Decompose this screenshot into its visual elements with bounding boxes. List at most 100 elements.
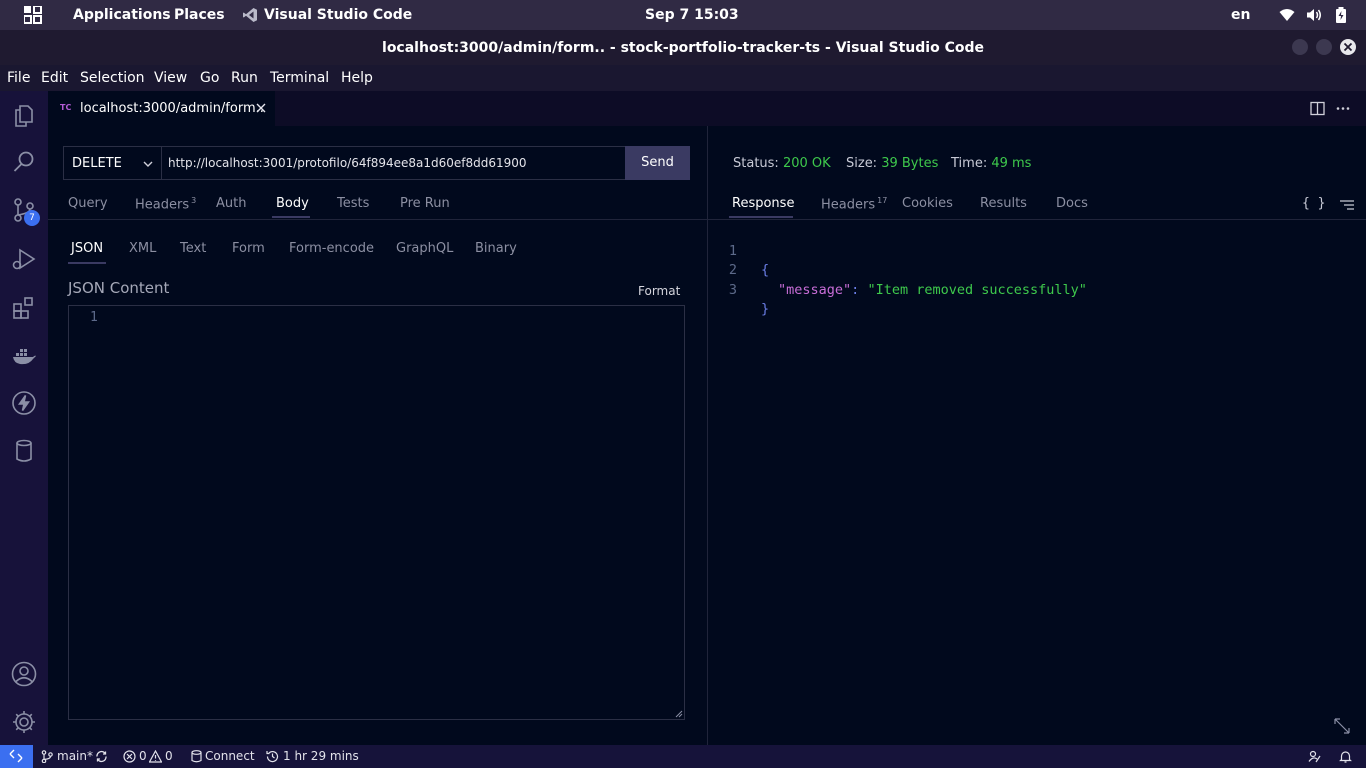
- menu-file[interactable]: File: [7, 70, 30, 86]
- database-connect-icon[interactable]: [191, 750, 202, 763]
- settings-gear-icon[interactable]: [11, 709, 37, 735]
- active-app-label[interactable]: Visual Studio Code: [264, 7, 412, 23]
- thunder-client-tab-icon: TC: [60, 103, 72, 112]
- json-content-label: JSON Content: [68, 279, 170, 297]
- menu-go[interactable]: Go: [200, 70, 219, 86]
- tab-docs[interactable]: Docs: [1056, 196, 1088, 211]
- tab-response[interactable]: Response: [732, 196, 794, 211]
- word-wrap-icon[interactable]: [1339, 199, 1355, 211]
- body-tab-binary[interactable]: Binary: [475, 241, 517, 256]
- history-icon: [266, 750, 279, 763]
- tab-request-headers[interactable]: Headers 3: [135, 196, 196, 212]
- body-tab-graphql[interactable]: GraphQL: [396, 241, 453, 256]
- body-tab-text[interactable]: Text: [180, 241, 206, 256]
- warning-count[interactable]: 0: [165, 749, 173, 763]
- menu-help[interactable]: Help: [341, 70, 373, 86]
- sync-icon[interactable]: [95, 750, 108, 763]
- wifi-icon[interactable]: [1279, 7, 1295, 23]
- body-tab-form-encode[interactable]: Form-encode: [289, 241, 374, 256]
- json-body-editor[interactable]: 1: [68, 305, 685, 720]
- format-button[interactable]: Format: [638, 284, 680, 298]
- request-headers-count: 3: [191, 196, 197, 205]
- keyboard-layout[interactable]: en: [1231, 7, 1250, 23]
- more-actions-icon[interactable]: [1335, 101, 1351, 116]
- code-line: 2 "message": "Item removed successfully": [728, 262, 1087, 298]
- code-line: 3 }: [728, 281, 770, 318]
- expand-icon[interactable]: [1333, 717, 1351, 735]
- body-tab-json[interactable]: JSON: [71, 241, 103, 256]
- thunder-client-icon[interactable]: [11, 390, 37, 416]
- tab-tests[interactable]: Tests: [337, 196, 369, 211]
- docker-icon[interactable]: [11, 343, 37, 369]
- connect-button[interactable]: Connect: [205, 749, 255, 763]
- warning-icon[interactable]: [149, 750, 162, 763]
- search-icon[interactable]: [11, 149, 37, 175]
- remote-indicator[interactable]: [0, 745, 33, 768]
- http-method-select[interactable]: DELETE: [63, 146, 162, 180]
- json-string-value: "Item removed successfully": [867, 281, 1087, 298]
- tab-results[interactable]: Results: [980, 196, 1027, 211]
- json-key: "message": [778, 281, 852, 298]
- editor-tab-bar: TC localhost:3000/admin/form..: [48, 91, 1366, 126]
- activity-bar: 7: [0, 91, 48, 745]
- tab-response-headers[interactable]: Headers 17: [821, 196, 887, 212]
- applications-menu[interactable]: Applications: [73, 7, 171, 23]
- error-count[interactable]: 0: [139, 749, 147, 763]
- active-tab-underline: [272, 216, 310, 218]
- response-body: 1 { 2 "message": "Item removed successfu…: [725, 222, 1087, 318]
- editor-tab-thunder-request[interactable]: TC localhost:3000/admin/form..: [48, 91, 275, 126]
- extensions-icon[interactable]: [11, 295, 37, 321]
- branch-icon: [41, 750, 53, 763]
- minimize-button[interactable]: [1292, 39, 1308, 55]
- error-icon[interactable]: [123, 750, 136, 763]
- response-status: Status: 200 OK: [733, 156, 831, 171]
- code-line: 1 {: [728, 242, 770, 279]
- request-url-input[interactable]: http://localhost:3001/protofilo/64f894ee…: [161, 146, 626, 180]
- body-tab-xml[interactable]: XML: [129, 241, 156, 256]
- menu-edit[interactable]: Edit: [41, 70, 68, 86]
- tab-body[interactable]: Body: [276, 196, 309, 211]
- response-headers-count: 17: [877, 196, 888, 205]
- close-tab-icon[interactable]: [255, 102, 267, 114]
- source-control-badge: 7: [24, 210, 40, 226]
- volume-icon[interactable]: [1306, 7, 1322, 23]
- tab-auth[interactable]: Auth: [216, 196, 246, 211]
- menu-selection[interactable]: Selection: [80, 70, 145, 86]
- resize-grip-icon[interactable]: [675, 710, 683, 718]
- apps-grid-icon[interactable]: [24, 6, 42, 24]
- time-tracker[interactable]: 1 hr 29 mins: [283, 749, 359, 763]
- line-number: 1: [90, 310, 98, 325]
- vscode-app-icon: [242, 7, 258, 23]
- clock[interactable]: Sep 7 15:03: [645, 7, 739, 23]
- menu-terminal[interactable]: Terminal: [270, 70, 329, 86]
- response-time: Time: 49 ms: [951, 156, 1032, 171]
- account-icon[interactable]: [11, 661, 37, 687]
- size-value: 39 Bytes: [881, 156, 939, 171]
- feedback-icon[interactable]: [1308, 750, 1321, 763]
- tab-pre-run[interactable]: Pre Run: [400, 196, 450, 211]
- body-tab-form[interactable]: Form: [232, 241, 265, 256]
- notifications-bell-icon[interactable]: [1339, 750, 1352, 763]
- close-window-button[interactable]: [1340, 39, 1356, 55]
- database-icon[interactable]: [11, 438, 37, 464]
- send-button[interactable]: Send: [625, 146, 690, 180]
- maximize-button[interactable]: [1316, 39, 1332, 55]
- places-menu[interactable]: Places: [174, 7, 225, 23]
- chevron-down-icon: [142, 158, 154, 170]
- window-title: localhost:3000/admin/form.. - stock-port…: [382, 40, 984, 56]
- tab-query[interactable]: Query: [68, 196, 108, 211]
- braces-icon[interactable]: { }: [1302, 196, 1325, 211]
- menu-bar: File Edit Selection View Go Run Terminal…: [0, 65, 1366, 91]
- split-editor-icon[interactable]: [1310, 101, 1325, 116]
- menu-run[interactable]: Run: [231, 70, 258, 86]
- status-bar: main* 0 0 Connect 1 hr 29 mins: [0, 745, 1366, 768]
- menu-view[interactable]: View: [154, 70, 187, 86]
- git-branch[interactable]: main*: [57, 749, 93, 763]
- request-tabs-divider: [48, 219, 707, 220]
- explorer-icon[interactable]: [11, 103, 37, 129]
- battery-icon[interactable]: [1335, 7, 1347, 23]
- tab-cookies[interactable]: Cookies: [902, 196, 953, 211]
- active-body-tab-underline: [68, 262, 106, 264]
- run-debug-icon[interactable]: [11, 246, 37, 272]
- window-title-bar: localhost:3000/admin/form.. - stock-port…: [0, 30, 1366, 65]
